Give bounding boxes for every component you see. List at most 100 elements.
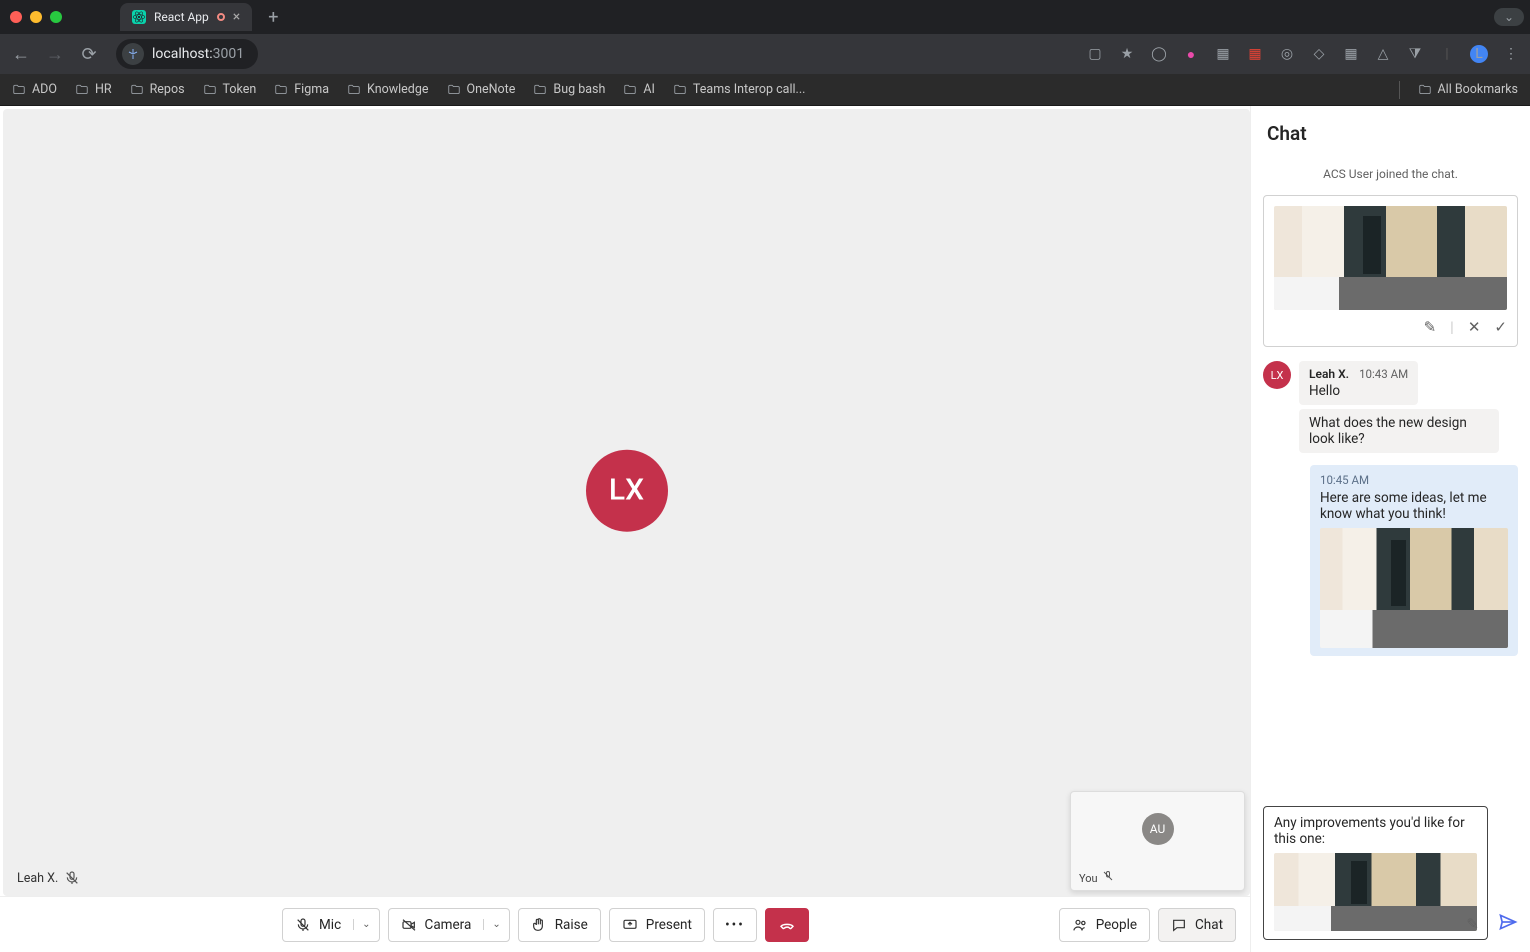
recording-indicator-icon — [217, 13, 225, 21]
camera-menu[interactable]: ⌄ — [483, 919, 508, 930]
people-icon — [1072, 917, 1088, 933]
raise-hand-button[interactable]: Raise — [518, 908, 601, 942]
message-item: LX Leah X. 10:43 AM Hello — [1263, 361, 1518, 405]
bookmark-hr[interactable]: HR — [75, 82, 112, 97]
bookmark-ado[interactable]: ADO — [12, 82, 57, 97]
camera-off-icon — [401, 917, 417, 933]
browser-tab[interactable]: React App × — [120, 3, 252, 31]
bookmark-token[interactable]: Token — [203, 82, 257, 97]
bookmark-repos[interactable]: Repos — [130, 82, 185, 97]
bookmark-bugbash[interactable]: Bug bash — [533, 82, 605, 97]
hangup-icon — [779, 917, 795, 933]
cast-icon[interactable]: ▢ — [1086, 45, 1104, 63]
all-bookmarks-button[interactable]: All Bookmarks — [1418, 82, 1519, 97]
present-button[interactable]: Present — [609, 908, 705, 942]
forward-button: → — [44, 44, 66, 65]
self-avatar: AU — [1142, 813, 1174, 845]
participant-label: Leah X. — [17, 870, 80, 886]
message-bubble[interactable]: 10:45 AM Here are some ideas, let me kno… — [1310, 465, 1518, 656]
mic-off-icon — [295, 917, 311, 933]
profile-avatar[interactable]: L — [1470, 45, 1488, 63]
ext-icon-5[interactable]: ◎ — [1278, 45, 1296, 63]
message-image[interactable] — [1320, 528, 1508, 648]
share-screen-icon — [622, 917, 638, 933]
people-button[interactable]: People — [1059, 908, 1150, 942]
ext-icon-6[interactable]: ◇ — [1310, 45, 1328, 63]
message-time: 10:45 AM — [1320, 473, 1508, 487]
chat-icon — [1171, 917, 1187, 933]
extensions-icon[interactable]: ⧩ — [1406, 45, 1424, 63]
tab-overflow-button[interactable]: ⌄ — [1494, 8, 1524, 26]
chat-button[interactable]: Chat — [1158, 908, 1236, 942]
ext-icon-3[interactable]: ▦ — [1214, 45, 1232, 63]
message-composer[interactable]: Any improvements you'd like for this one… — [1263, 806, 1488, 940]
ext-icon-2[interactable]: ● — [1182, 45, 1200, 63]
chat-panel: Chat ACS User joined the chat. ✎ | ✕ ✓ L… — [1250, 106, 1530, 952]
bookmark-teams[interactable]: Teams Interop call... — [673, 82, 806, 97]
ext-icon-4[interactable]: ▦ — [1246, 45, 1264, 63]
sender-avatar: LX — [1263, 361, 1291, 389]
maximize-window-icon[interactable] — [50, 11, 62, 23]
back-button[interactable]: ← — [10, 44, 32, 65]
mic-button[interactable]: Mic ⌄ — [282, 908, 380, 942]
browser-toolbar: ← → ⟳ localhost:3001 ▢ ★ ◯ ● ▦ ▦ ◎ ◇ ▦ △… — [0, 34, 1530, 74]
mic-menu[interactable]: ⌄ — [353, 919, 378, 930]
attachment-preview[interactable]: ✎ | ✕ ✓ — [1263, 195, 1518, 347]
ext-icon-8[interactable]: △ — [1374, 45, 1392, 63]
message-text: Hello — [1309, 383, 1408, 399]
minimize-window-icon[interactable] — [30, 11, 42, 23]
camera-button[interactable]: Camera ⌄ — [388, 908, 510, 942]
end-call-button[interactable] — [765, 908, 809, 942]
self-label: You — [1071, 866, 1244, 890]
attachment-image[interactable] — [1274, 206, 1507, 310]
sender-name: Leah X. — [1309, 367, 1349, 381]
chat-messages[interactable]: ACS User joined the chat. ✎ | ✕ ✓ LX Lea… — [1251, 153, 1530, 796]
ext-icon-7[interactable]: ▦ — [1342, 45, 1360, 63]
message-item: What does the new design look like? — [1299, 409, 1518, 453]
edit-attachment-icon[interactable]: ✎ — [1424, 318, 1437, 336]
mic-off-icon — [1102, 870, 1118, 886]
confirm-attachment-icon[interactable]: ✓ — [1494, 318, 1507, 336]
composer-edit-icon[interactable]: ✎ — [1466, 915, 1479, 933]
react-favicon — [132, 10, 146, 24]
call-controls: Mic ⌄ Camera ⌄ Raise Present ••• — [0, 896, 1250, 952]
video-stage: LX Leah X. AU You — [3, 109, 1250, 896]
bookmark-star-icon[interactable]: ★ — [1118, 45, 1136, 63]
close-window-icon[interactable] — [10, 11, 22, 23]
message-bubble[interactable]: What does the new design look like? — [1299, 409, 1499, 453]
message-text: What does the new design look like? — [1309, 415, 1489, 447]
ext-icon-1[interactable]: ◯ — [1150, 45, 1168, 63]
tab-title: React App — [154, 10, 209, 24]
participant-avatar: LX — [586, 449, 668, 531]
url-text: localhost:3001 — [152, 46, 244, 62]
chat-title: Chat — [1251, 106, 1530, 153]
composer-attachment-image[interactable] — [1274, 853, 1477, 931]
mic-off-icon — [64, 870, 80, 886]
self-view[interactable]: AU You — [1070, 791, 1245, 891]
bookmark-figma[interactable]: Figma — [274, 82, 329, 97]
message-text: Here are some ideas, let me know what yo… — [1320, 490, 1508, 522]
message-bubble[interactable]: Leah X. 10:43 AM Hello — [1299, 361, 1418, 405]
new-tab-button[interactable]: + — [260, 7, 286, 28]
send-button[interactable] — [1498, 912, 1518, 940]
close-tab-icon[interactable]: × — [233, 9, 240, 25]
more-icon: ••• — [725, 917, 745, 933]
bookmark-knowledge[interactable]: Knowledge — [347, 82, 429, 97]
bookmark-ai[interactable]: AI — [623, 82, 655, 97]
message-time: 10:43 AM — [1359, 367, 1408, 381]
hand-icon — [531, 917, 547, 933]
app-root: LX Leah X. AU You — [0, 106, 1530, 952]
bookmarks-bar: ADO HR Repos Token Figma Knowledge OneNo… — [0, 74, 1530, 106]
more-button[interactable]: ••• — [713, 908, 757, 942]
composer-area: Any improvements you'd like for this one… — [1251, 796, 1530, 952]
composer-text[interactable]: Any improvements you'd like for this one… — [1274, 815, 1477, 847]
address-bar[interactable]: localhost:3001 — [116, 39, 258, 69]
menu-icon[interactable]: ⋮ — [1502, 45, 1520, 63]
bookmark-onenote[interactable]: OneNote — [447, 82, 516, 97]
remove-attachment-icon[interactable]: ✕ — [1468, 318, 1481, 336]
tab-strip: React App × + ⌄ — [0, 0, 1530, 34]
window-controls[interactable] — [10, 11, 62, 23]
system-message: ACS User joined the chat. — [1263, 167, 1518, 181]
reload-button[interactable]: ⟳ — [78, 44, 100, 65]
site-info-icon[interactable] — [122, 43, 144, 65]
